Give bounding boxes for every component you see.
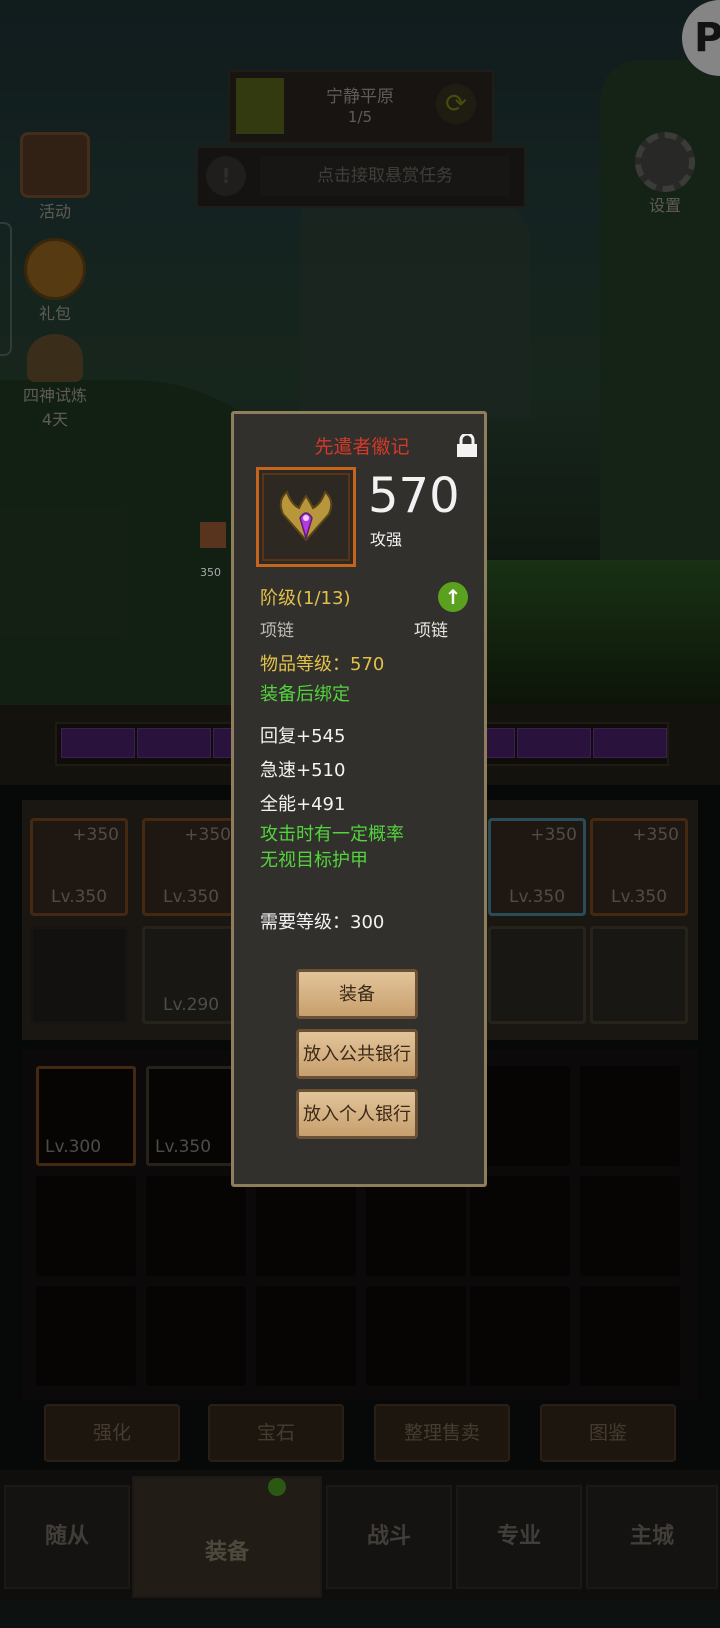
- effect-line: 攻击时有一定概率: [260, 824, 404, 845]
- effect-line: 无视目标护甲: [260, 850, 368, 871]
- bind-type: 装备后绑定: [260, 684, 350, 705]
- public-bank-button[interactable]: 放入公共银行: [296, 1029, 418, 1079]
- item-tier: 阶级(1/13): [260, 588, 351, 609]
- required-level: 需要等级：300: [260, 912, 385, 933]
- item-fragment-icon: [200, 522, 226, 548]
- item-icon-frame: [256, 467, 356, 567]
- item-slot-type: 项链: [260, 621, 294, 641]
- amulet-icon: [279, 490, 333, 542]
- lock-icon[interactable]: [456, 434, 478, 458]
- fragment-level: 350: [200, 566, 221, 579]
- item-level: 物品等级：570: [260, 654, 385, 675]
- compare-slot-type: 项链: [414, 621, 448, 641]
- stat-line: 回复+545: [260, 726, 346, 747]
- personal-bank-button[interactable]: 放入个人银行: [296, 1089, 418, 1139]
- equip-button[interactable]: 装备: [296, 969, 418, 1019]
- item-name: 先遣者徽记: [314, 436, 410, 458]
- item-power: 570: [368, 468, 460, 524]
- stat-line: 全能+491: [260, 794, 346, 815]
- stat-line: 急速+510: [260, 760, 346, 781]
- power-label: 攻强: [370, 530, 403, 549]
- item-tooltip: 先遣者徽记 570 攻强 阶级(1/13) ↑ 项链 项链 物品等级：570 装…: [231, 411, 487, 1187]
- upgrade-arrow-icon: ↑: [438, 582, 468, 612]
